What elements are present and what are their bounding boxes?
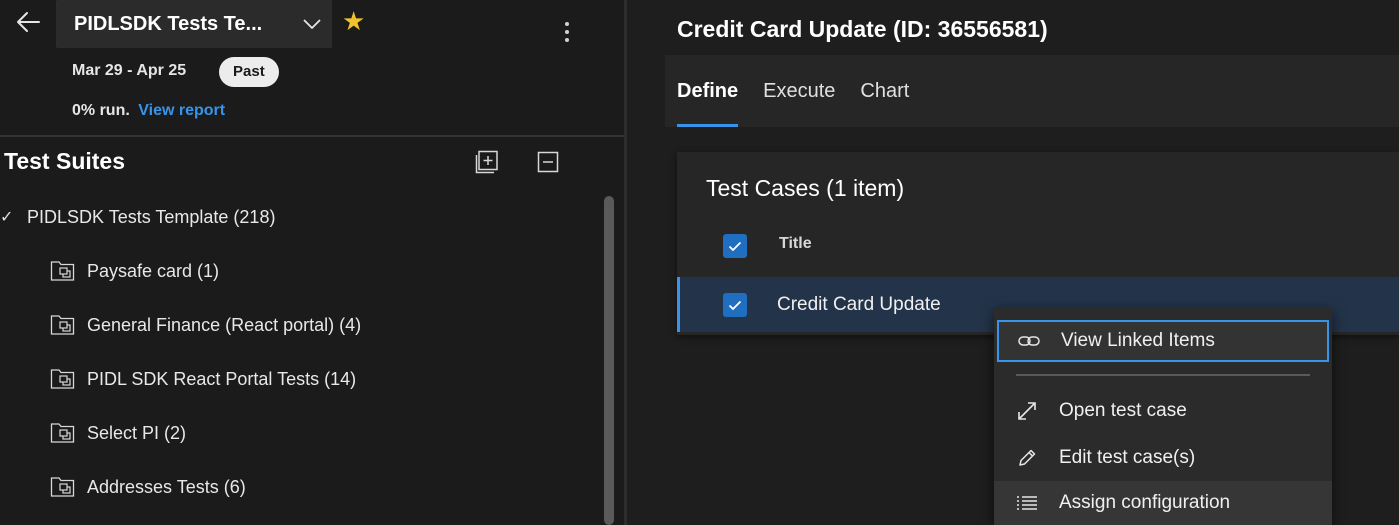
- tree-root-label: PIDLSDK Tests Template (218): [27, 206, 276, 227]
- tree-scrollbar[interactable]: [604, 196, 614, 525]
- pencil-icon: [1016, 447, 1038, 469]
- column-header-title[interactable]: Title: [779, 235, 812, 253]
- plan-selector[interactable]: PIDLSDK Tests Te...: [56, 0, 332, 48]
- tree-item-suite[interactable]: General Finance (React portal) (4): [0, 298, 600, 352]
- tree-item-suite[interactable]: Addresses Tests (6): [0, 460, 600, 514]
- suite-folder-icon: [50, 259, 76, 283]
- tree-item-suite[interactable]: PIDL SDK React Portal Tests (14): [0, 352, 600, 406]
- expanded-check-icon: ✓: [0, 209, 14, 226]
- test-cases-heading: Test Cases (1 item): [706, 175, 905, 201]
- app-root: PIDLSDK Tests Te... ★ Mar 29 - Apr 25 Pa…: [0, 0, 1399, 525]
- view-report-link[interactable]: View report: [138, 102, 225, 119]
- tree-item-label: Select PI (2): [87, 422, 187, 443]
- tab-label: Chart: [860, 79, 910, 102]
- suite-folder-icon: [50, 475, 76, 499]
- tab-define[interactable]: Define: [677, 55, 739, 127]
- menu-item-label: Open test case: [1059, 400, 1187, 421]
- test-plan-panel: PIDLSDK Tests Te... ★ Mar 29 - Apr 25 Pa…: [0, 0, 624, 525]
- tab-execute[interactable]: Execute: [763, 55, 835, 127]
- checkmark-icon: [728, 241, 742, 251]
- tab-label: Define: [677, 79, 739, 102]
- plan-name: PIDLSDK Tests Te...: [74, 12, 263, 35]
- suite-folder-icon: [50, 367, 76, 391]
- menu-item-view-linked-items[interactable]: View Linked Items: [997, 320, 1329, 362]
- run-percentage: 0% run.: [72, 102, 130, 119]
- suite-folder-icon: [50, 313, 76, 337]
- tree-item-suite[interactable]: Paysafe card (1): [0, 244, 600, 298]
- suite-tree: ✓ PIDLSDK Tests Template (218) Paysafe c…: [0, 190, 600, 514]
- expand-all-icon[interactable]: [475, 150, 499, 174]
- menu-item-edit-test-cases[interactable]: Edit test case(s): [994, 436, 1332, 480]
- back-arrow-icon: [17, 12, 40, 32]
- iteration-date-range: Mar 29 - Apr 25: [72, 62, 187, 79]
- tab-chart[interactable]: Chart: [860, 55, 909, 127]
- link-icon: [1018, 330, 1040, 352]
- tab-bar: Define Execute Chart: [665, 55, 1399, 127]
- expand-diagonal-icon: [1016, 400, 1038, 422]
- suite-folder-icon: [50, 421, 76, 445]
- back-button[interactable]: [12, 6, 44, 38]
- menu-item-label: Assign configuration: [1059, 492, 1231, 513]
- test-suites-heading: Test Suites: [4, 148, 125, 174]
- menu-item-assign-configuration[interactable]: Assign configuration: [994, 481, 1332, 525]
- table-header-row: Title: [677, 226, 1399, 276]
- tree-item-label: Paysafe card (1): [87, 260, 220, 281]
- menu-separator: [1016, 374, 1310, 376]
- select-all-checkbox[interactable]: [723, 234, 747, 258]
- tree-root-suite[interactable]: ✓ PIDLSDK Tests Template (218): [0, 190, 600, 244]
- divider: [0, 135, 624, 137]
- chevron-down-icon: [292, 0, 332, 48]
- row-checkbox[interactable]: [723, 293, 747, 317]
- list-settings-icon: [1016, 492, 1038, 514]
- suite-title: Credit Card Update (ID: 36556581): [677, 16, 1048, 42]
- tree-item-suite[interactable]: Select PI (2): [0, 406, 600, 460]
- menu-item-label: View Linked Items: [1061, 330, 1215, 351]
- test-case-title: Credit Card Update: [777, 294, 941, 315]
- checkmark-icon: [728, 300, 742, 310]
- tree-item-label: Addresses Tests (6): [87, 476, 246, 497]
- menu-item-open-test-case[interactable]: Open test case: [994, 389, 1332, 433]
- collapse-all-icon[interactable]: [537, 151, 559, 173]
- context-menu: View Linked Items Open test case Edit te…: [994, 307, 1332, 525]
- tree-item-label: PIDL SDK React Portal Tests (14): [87, 368, 357, 389]
- favorite-star-icon[interactable]: ★: [342, 6, 365, 36]
- tab-label: Execute: [763, 79, 836, 102]
- more-options-icon[interactable]: [556, 18, 578, 46]
- tree-item-label: General Finance (React portal) (4): [87, 314, 362, 335]
- run-summary: 0% run. View report: [72, 102, 225, 120]
- menu-item-label: Edit test case(s): [1059, 447, 1196, 468]
- status-badge: Past: [219, 57, 279, 87]
